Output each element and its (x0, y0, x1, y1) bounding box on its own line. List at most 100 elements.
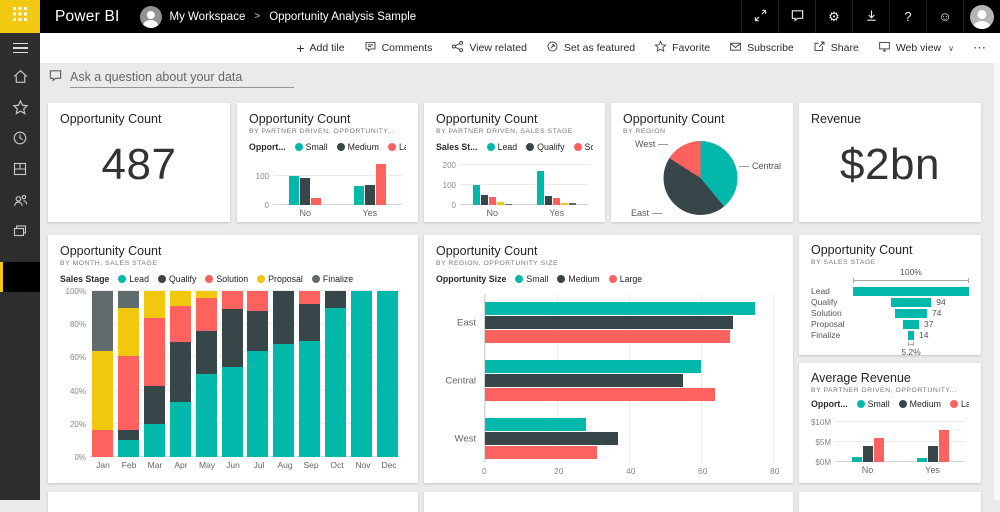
breadcrumb: My Workspace > Opportunity Analysis Samp… (140, 6, 417, 28)
sidebar-item-recent[interactable] (0, 125, 40, 156)
apps-grid-icon (12, 161, 28, 182)
hamburger-icon (13, 43, 28, 45)
chart-legend: Opport...SmallMediumLarge (811, 399, 969, 409)
chevron-down-icon: ∨ (948, 44, 954, 53)
tile-revenue-card[interactable]: Revenue $2bn (799, 103, 981, 222)
top-app-bar: Power BI My Workspace > Opportunity Anal… (0, 0, 1000, 33)
more-options-button[interactable]: ⋯ (973, 40, 987, 56)
qna-bar (48, 68, 294, 88)
share-button[interactable]: Share (813, 40, 859, 56)
smiley-icon: ☺ (938, 9, 951, 24)
star-icon (12, 99, 29, 121)
legend-item: Solution (574, 142, 593, 152)
pie-slice-label: Central (736, 161, 781, 171)
breadcrumb-workspace[interactable]: My Workspace (170, 11, 246, 23)
horizontal-bar-chart: 020406080EastCentralWest (436, 294, 781, 462)
waffle-icon (13, 7, 27, 26)
tile-subtitle: BY REGION (623, 128, 781, 135)
kpi-value: $2bn (811, 126, 969, 204)
left-nav-sidebar (0, 63, 40, 500)
star-icon (654, 40, 667, 56)
tile-title: Opportunity Count (249, 112, 406, 126)
tile-count-by-stage-funnel[interactable]: Opportunity Count BY SALES STAGE 100%Lea… (799, 235, 981, 355)
layers-icon (12, 223, 28, 244)
pie-slice-label: East (631, 208, 665, 218)
legend-title: Sales St... (436, 142, 478, 152)
tile-title: Opportunity Count (811, 243, 969, 257)
sidebar-item-home[interactable] (0, 63, 40, 94)
tile-count-by-region-pie[interactable]: Opportunity Count BY REGION CentralEastW… (611, 103, 793, 222)
gear-icon: ⚙ (828, 9, 840, 25)
comments-button[interactable]: Comments (364, 40, 433, 56)
legend-item: Medium (899, 399, 941, 409)
legend-item: Lead (487, 142, 518, 152)
tile-partial-1[interactable] (48, 492, 418, 512)
legend-item: Solution (205, 274, 248, 284)
legend-item: Small (295, 142, 328, 152)
help-button[interactable]: ? (889, 0, 926, 33)
legend-item: Lead (118, 274, 149, 284)
tile-partial-3[interactable] (799, 492, 981, 512)
tile-opportunity-count-card[interactable]: Opportunity Count 487 (48, 103, 230, 222)
sidebar-item-selected-workspace[interactable] (0, 262, 40, 292)
tile-count-by-partner-size[interactable]: Opportunity Count BY PARTNER DRIVEN, OPP… (237, 103, 418, 222)
tile-title: Opportunity Count (436, 244, 781, 258)
legend-item: Medium (337, 142, 379, 152)
people-icon (12, 192, 29, 214)
tile-subtitle: BY REGION, OPPORTUNITY SIZE (436, 260, 781, 267)
tile-title: Opportunity Count (60, 244, 406, 258)
legend-item: Large (609, 274, 643, 284)
set-as-featured-button[interactable]: Set as featured (546, 40, 635, 56)
fullscreen-button[interactable] (741, 0, 778, 33)
clock-icon (12, 130, 28, 151)
legend-item: Qualify (158, 274, 196, 284)
legend-item: Qualify (526, 142, 564, 152)
plus-icon: + (296, 41, 304, 55)
envelope-icon (729, 40, 742, 56)
account-button[interactable] (963, 0, 1000, 33)
sidebar-item-apps[interactable] (0, 156, 40, 187)
powerbi-logo[interactable]: Power BI (55, 8, 120, 26)
download-button[interactable] (852, 0, 889, 33)
comment-icon (790, 8, 805, 26)
feedback-button[interactable]: ☺ (926, 0, 963, 33)
tile-partial-2[interactable] (424, 492, 793, 512)
tile-count-by-month-stage[interactable]: Opportunity Count BY MONTH, SALES STAGE … (48, 235, 418, 483)
tile-count-by-region-size[interactable]: Opportunity Count BY REGION, OPPORTUNITY… (424, 235, 793, 483)
settings-button[interactable]: ⚙ (815, 0, 852, 33)
workspace-avatar[interactable] (140, 6, 162, 28)
sidebar-item-shared-with-me[interactable] (0, 187, 40, 218)
comment-icon (364, 40, 377, 56)
featured-icon (546, 40, 559, 56)
tile-title: Opportunity Count (60, 112, 218, 126)
account-avatar (970, 5, 994, 29)
view-related-button[interactable]: View related (451, 40, 527, 56)
sidebar-item-favorites[interactable] (0, 94, 40, 125)
chart-legend: Opport...SmallMediumLarge (249, 142, 406, 152)
subscribe-button[interactable]: Subscribe (729, 40, 794, 56)
web-view-dropdown[interactable]: Web view ∨ (878, 40, 954, 56)
app-launcher-button[interactable] (0, 0, 40, 33)
tile-title: Opportunity Count (623, 112, 781, 126)
home-icon (12, 68, 29, 90)
legend-title: Opport... (249, 142, 286, 152)
tile-subtitle: BY PARTNER DRIVEN, SALES STAGE (436, 128, 593, 135)
pie-chart: CentralEastWest (623, 139, 781, 219)
monitor-icon (878, 40, 891, 56)
tile-title: Average Revenue (811, 371, 969, 385)
qna-input[interactable] (70, 68, 294, 88)
tile-average-revenue[interactable]: Average Revenue BY PARTNER DRIVEN, OPPOR… (799, 363, 981, 483)
help-icon: ? (904, 9, 911, 24)
nav-menu-button[interactable] (0, 33, 40, 63)
favorite-button[interactable]: Favorite (654, 40, 710, 56)
notifications-comments-button[interactable] (778, 0, 815, 33)
sidebar-item-workspaces[interactable] (0, 218, 40, 249)
vertical-scrollbar[interactable] (994, 63, 1000, 500)
person-icon (146, 11, 154, 19)
add-tile-button[interactable]: + Add tile (296, 41, 344, 55)
tile-count-by-partner-stage[interactable]: Opportunity Count BY PARTNER DRIVEN, SAL… (424, 103, 605, 222)
legend-title: Opport... (811, 399, 848, 409)
column-chart: $10M$5M$0MNoYes (811, 418, 969, 475)
kpi-value: 487 (60, 126, 218, 204)
breadcrumb-page[interactable]: Opportunity Analysis Sample (269, 11, 416, 23)
